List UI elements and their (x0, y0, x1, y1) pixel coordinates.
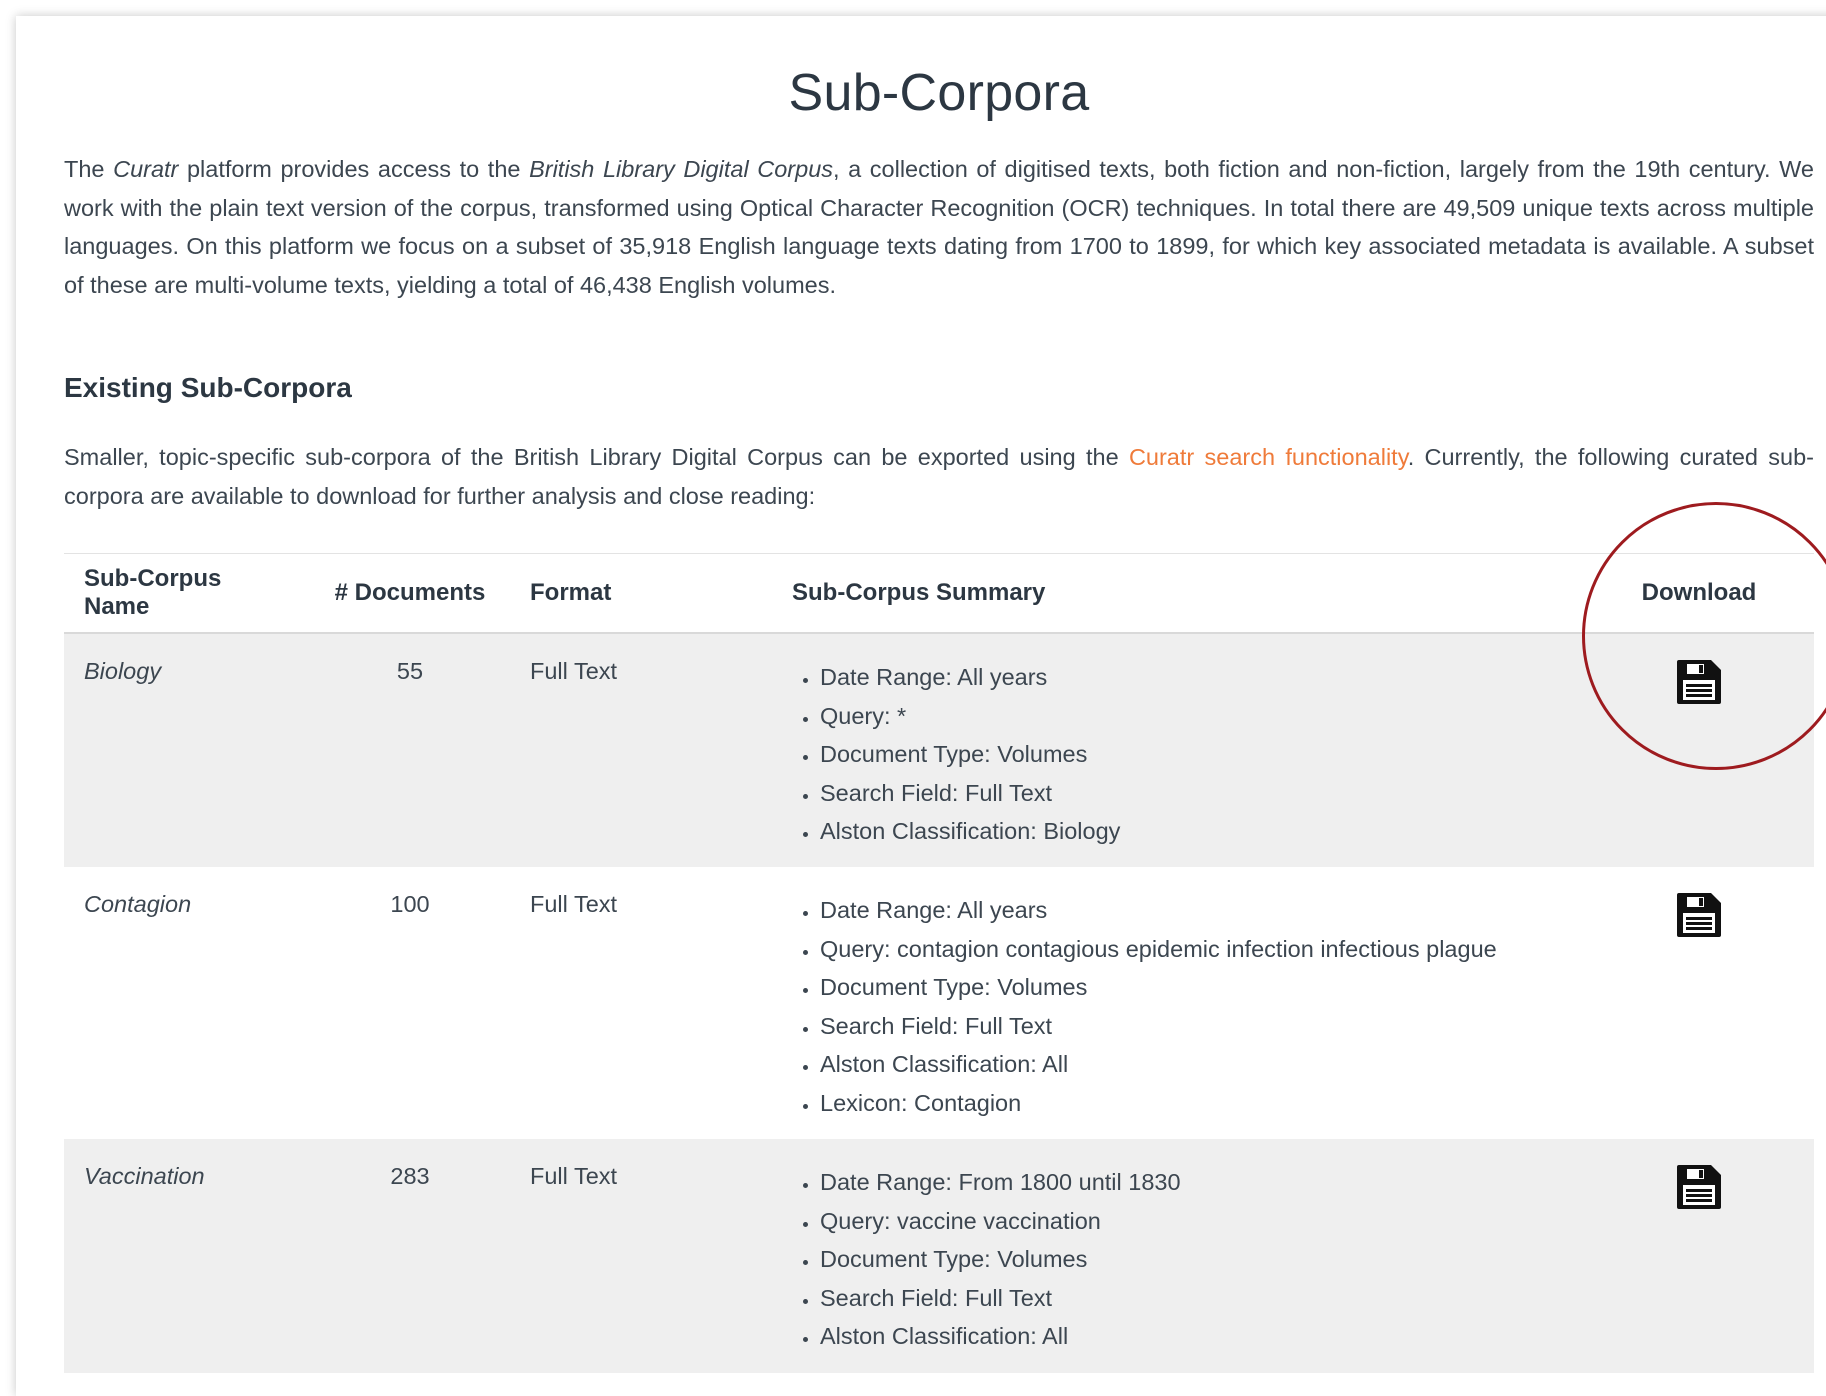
floppy-disk-icon[interactable] (1675, 658, 1723, 706)
summary-item: Search Field: Full Text (820, 1007, 1564, 1046)
summary-item: Lexicon: Contagion (820, 1084, 1564, 1123)
download-cell (1584, 1139, 1814, 1373)
corpus-format: Full Text (510, 1139, 772, 1373)
corpus-format: Full Text (510, 633, 772, 867)
summary-item: Search Field: Full Text (820, 1279, 1564, 1318)
page-card: Sub-Corpora The Curatr platform provides… (16, 16, 1826, 1396)
corpus-name-cell: Biology (64, 633, 310, 867)
curatr-search-link[interactable]: Curatr search functionality (1129, 444, 1408, 470)
summary-item: Search Field: Full Text (820, 774, 1564, 813)
download-cell (1584, 633, 1814, 867)
corpus-summary-cell: Date Range: From 1800 until 1830 Query: … (772, 1139, 1584, 1373)
summary-item: Query: contagion contagious epidemic inf… (820, 930, 1564, 969)
page-title: Sub-Corpora (788, 64, 1090, 122)
intro-text-2: platform provides access to the (178, 156, 530, 182)
section-heading: Existing Sub-Corpora (64, 372, 352, 403)
header-format: Format (510, 553, 772, 634)
corpus-summary-cell: Date Range: All years Query: contagion c… (772, 867, 1584, 1139)
summary-item: Document Type: Volumes (820, 735, 1564, 774)
corpus-name-cell: Vaccination (64, 1139, 310, 1373)
summary-list: Date Range: All years Query: contagion c… (792, 891, 1564, 1122)
main-content: Sub-Corpora The Curatr platform provides… (64, 16, 1814, 1373)
summary-item: Alston Classification: All (820, 1045, 1564, 1084)
summary-item: Query: * (820, 697, 1564, 736)
summary-item: Date Range: All years (820, 658, 1564, 697)
download-cell (1584, 867, 1814, 1139)
floppy-disk-icon[interactable] (1675, 1163, 1723, 1211)
table-row: Vaccination 283 Full Text Date Range: Fr… (64, 1139, 1814, 1373)
section-text-before: Smaller, topic-specific sub-corpora of t… (64, 444, 1129, 470)
summary-item: Query: vaccine vaccination (820, 1202, 1564, 1241)
sub-corpora-table: Sub-Corpus Name # Documents Format Sub-C… (64, 553, 1814, 1373)
summary-item: Date Range: From 1800 until 1830 (820, 1163, 1564, 1202)
header-documents: # Documents (310, 553, 510, 634)
table-header-row: Sub-Corpus Name # Documents Format Sub-C… (64, 553, 1814, 634)
document-count: 55 (310, 633, 510, 867)
table-row: Contagion 100 Full Text Date Range: All … (64, 867, 1814, 1139)
summary-list: Date Range: All years Query: * Document … (792, 658, 1564, 851)
summary-item: Alston Classification: Biology (820, 812, 1564, 851)
document-count: 283 (310, 1139, 510, 1373)
intro-paragraph: The Curatr platform provides access to t… (64, 150, 1814, 304)
summary-item: Document Type: Volumes (820, 1240, 1564, 1279)
section-paragraph: Smaller, topic-specific sub-corpora of t… (64, 438, 1814, 515)
intro-text-1: The (64, 156, 114, 182)
header-download: Download (1584, 553, 1814, 634)
corpus-name: Biology (84, 658, 162, 684)
summary-item: Document Type: Volumes (820, 968, 1564, 1007)
document-count: 100 (310, 867, 510, 1139)
table-row: Biology 55 Full Text Date Range: All yea… (64, 633, 1814, 867)
corpus-name-cell: Contagion (64, 867, 310, 1139)
corpus-format: Full Text (510, 867, 772, 1139)
corpus-name: Vaccination (84, 1163, 205, 1189)
summary-item: Date Range: All years (820, 891, 1564, 930)
corpus-name: Contagion (84, 891, 192, 917)
intro-curatr: Curatr (113, 156, 179, 182)
floppy-disk-icon[interactable] (1675, 891, 1723, 939)
corpus-summary-cell: Date Range: All years Query: * Document … (772, 633, 1584, 867)
intro-bldc: British Library Digital Corpus (529, 156, 834, 182)
header-name: Sub-Corpus Name (64, 553, 310, 634)
summary-item: Alston Classification: All (820, 1317, 1564, 1356)
header-summary: Sub-Corpus Summary (772, 553, 1584, 634)
summary-list: Date Range: From 1800 until 1830 Query: … (792, 1163, 1564, 1356)
